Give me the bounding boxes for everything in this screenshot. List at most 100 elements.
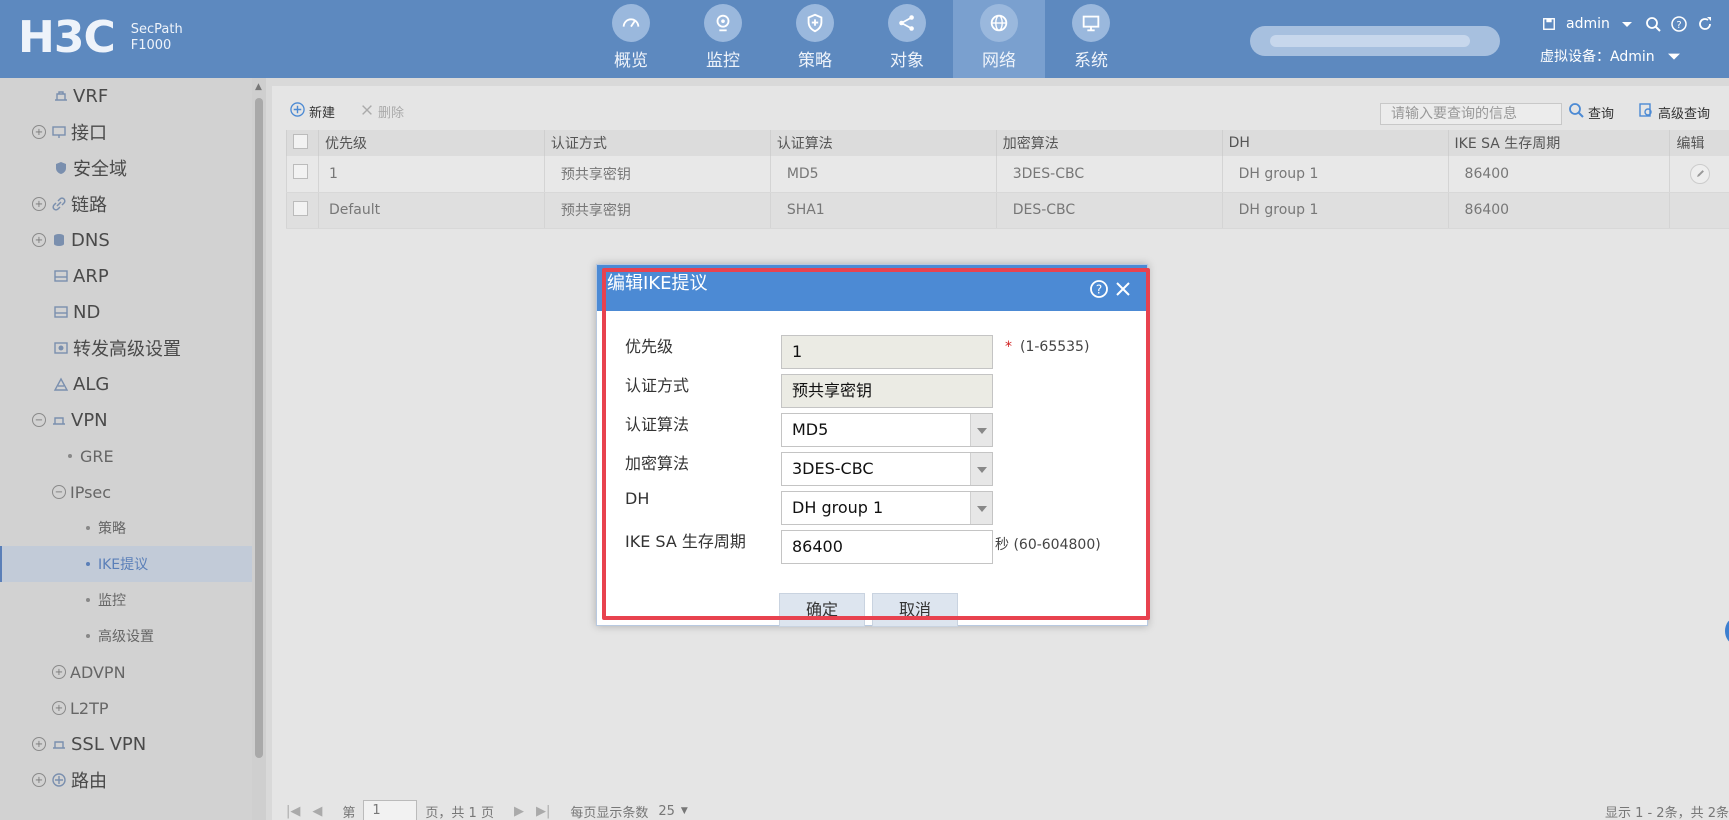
collapse-icon[interactable]: − xyxy=(32,413,46,427)
col-auth-alg[interactable]: 认证算法 xyxy=(769,130,997,156)
globe-icon xyxy=(980,4,1018,42)
cell-dh: DH group 1 xyxy=(1221,156,1449,193)
table-row[interactable]: Default 预共享密钥 SHA1 DES-CBC DH group 1 86… xyxy=(286,192,1729,229)
expand-icon[interactable]: + xyxy=(32,233,46,247)
select-all-checkbox[interactable] xyxy=(293,133,308,149)
cancel-button[interactable]: 取消 xyxy=(872,593,958,627)
sidebar-item-ipsec[interactable]: − IPsec xyxy=(0,474,252,510)
caret-down-icon[interactable]: ▼ xyxy=(681,806,688,816)
help-icon[interactable]: ? xyxy=(1089,275,1109,313)
col-lifetime[interactable]: IKE SA 生存周期 xyxy=(1447,130,1670,156)
ok-button[interactable]: 确定 xyxy=(779,593,865,627)
cell-lifetime: 86400 xyxy=(1447,156,1670,193)
sidebar-item-alg[interactable]: ALG xyxy=(0,366,252,402)
select-all-cell[interactable] xyxy=(286,130,319,156)
row-checkbox[interactable] xyxy=(293,200,308,216)
cell-enc-alg: 3DES-CBC xyxy=(995,156,1223,193)
col-dh[interactable]: DH xyxy=(1221,130,1449,156)
top-header: H3C SecPath F1000 概览 监控 策略 对象 网络 系统 admi… xyxy=(0,0,1729,78)
sidebar-item-ipsec-monitor[interactable]: 监控 xyxy=(0,582,252,618)
auth-alg-select[interactable]: MD5 xyxy=(781,413,993,447)
sidebar-item-advpn[interactable]: + ADVPN xyxy=(0,654,252,690)
col-priority[interactable]: 优先级 xyxy=(317,130,545,156)
dialog-title-bar[interactable]: 编辑IKE提议 ? xyxy=(597,265,1147,311)
help-icon[interactable]: ? xyxy=(1670,15,1688,33)
per-page-select[interactable]: 25 xyxy=(658,804,675,819)
sidebar-item-routing[interactable]: + 路由 xyxy=(0,762,252,798)
collapse-icon[interactable]: − xyxy=(52,485,66,499)
field-lifetime: IKE SA 生存周期 86400 秒 (60-604800) xyxy=(625,528,1125,564)
save-icon[interactable] xyxy=(1540,15,1558,33)
bullet-icon xyxy=(68,454,72,458)
sidebar-item-ike-proposal[interactable]: IKE提议 xyxy=(0,546,252,582)
sidebar-item-vrf[interactable]: VRF xyxy=(0,78,252,114)
caret-down-icon[interactable] xyxy=(1618,15,1636,33)
col-enc-alg[interactable]: 加密算法 xyxy=(995,130,1223,156)
sidebar-item-forwarding-advanced[interactable]: 转发高级设置 xyxy=(0,330,252,366)
expand-icon[interactable]: + xyxy=(52,701,66,715)
next-page-icon[interactable]: ▶ xyxy=(514,804,524,819)
sidebar-item-ssl-vpn[interactable]: + SSL VPN xyxy=(0,726,252,762)
caret-down-icon[interactable] xyxy=(1665,47,1683,65)
delete-button[interactable]: 删除 xyxy=(360,102,404,121)
table-header: 优先级 认证方式 认证算法 加密算法 DH IKE SA 生存周期 编辑 xyxy=(286,130,1729,156)
lifetime-input[interactable]: 86400 xyxy=(781,530,993,564)
dropdown-arrow-icon[interactable] xyxy=(970,414,992,446)
expand-icon[interactable]: + xyxy=(32,125,46,139)
col-auth-method[interactable]: 认证方式 xyxy=(543,130,771,156)
user-menu[interactable]: admin xyxy=(1566,16,1610,32)
nav-monitor[interactable]: 监控 xyxy=(677,0,769,78)
scrollbar-thumb[interactable] xyxy=(255,98,263,758)
sidebar-item-link[interactable]: + 链路 xyxy=(0,186,252,222)
cell-edit[interactable] xyxy=(1669,156,1729,193)
row-checkbox[interactable] xyxy=(293,164,308,180)
sidebar-item-interface[interactable]: + 接口 xyxy=(0,114,252,150)
new-button[interactable]: 新建 xyxy=(290,102,335,121)
nav-policy[interactable]: 策略 xyxy=(769,0,861,78)
edit-pencil-icon[interactable] xyxy=(1690,163,1711,184)
sidebar-item-nd[interactable]: ND xyxy=(0,294,252,330)
sidebar-item-gre[interactable]: GRE xyxy=(0,438,252,474)
expand-icon[interactable]: + xyxy=(32,773,46,787)
priority-input[interactable]: 1 xyxy=(781,335,993,369)
prev-page-icon[interactable]: ◀ xyxy=(312,804,322,819)
nav-overview[interactable]: 概览 xyxy=(585,0,677,78)
field-auth-alg: 认证算法 MD5 xyxy=(625,411,1125,447)
sidebar-item-l2tp[interactable]: + L2TP xyxy=(0,690,252,726)
dh-select[interactable]: DH group 1 xyxy=(781,491,993,525)
routing-icon xyxy=(50,771,68,789)
gauge-icon xyxy=(612,4,650,42)
table-row[interactable]: 1 预共享密钥 MD5 3DES-CBC DH group 1 86400 xyxy=(286,156,1729,193)
row-select-cell[interactable] xyxy=(286,156,319,193)
enc-alg-select[interactable]: 3DES-CBC xyxy=(781,452,993,486)
sidebar-item-ipsec-policy[interactable]: 策略 xyxy=(0,510,252,546)
nav-network[interactable]: 网络 xyxy=(953,0,1045,78)
search-icon[interactable] xyxy=(1644,15,1662,33)
refresh-icon[interactable] xyxy=(1696,15,1714,33)
sidebar-item-arp[interactable]: ARP xyxy=(0,258,252,294)
last-page-icon[interactable]: ▶| xyxy=(536,804,550,819)
nav-system[interactable]: 系统 xyxy=(1045,0,1137,78)
sidebar-item-dns[interactable]: + DNS xyxy=(0,222,252,258)
first-page-icon[interactable]: |◀ xyxy=(286,804,300,819)
scroll-up-icon[interactable]: ▲ xyxy=(255,82,262,92)
sidebar-item-ipsec-advanced[interactable]: 高级设置 xyxy=(0,618,252,654)
dropdown-arrow-icon[interactable] xyxy=(970,453,992,485)
nav-object[interactable]: 对象 xyxy=(861,0,953,78)
dropdown-arrow-icon[interactable] xyxy=(970,492,992,524)
close-icon[interactable] xyxy=(1113,275,1133,313)
expand-icon[interactable]: + xyxy=(52,665,66,679)
cell-edit xyxy=(1669,192,1729,229)
sidebar-item-security-zone[interactable]: 安全域 xyxy=(0,150,252,186)
row-select-cell[interactable] xyxy=(286,192,319,229)
expand-icon[interactable]: + xyxy=(32,197,46,211)
search-input[interactable]: 请输入要查询的信息 xyxy=(1380,103,1562,125)
auth-method-input[interactable]: 预共享密钥 xyxy=(781,374,993,408)
sidebar-scrollbar[interactable]: ▲ xyxy=(252,78,266,820)
advanced-query-button[interactable]: 高级查询 xyxy=(1638,102,1710,122)
sidebar-item-vpn[interactable]: − VPN xyxy=(0,402,252,438)
virtual-device-selector[interactable]: 虚拟设备：Admin xyxy=(1540,46,1655,66)
page-number-input[interactable]: 1 xyxy=(363,800,418,820)
expand-icon[interactable]: + xyxy=(32,737,46,751)
query-button[interactable]: 查询 xyxy=(1568,102,1614,122)
